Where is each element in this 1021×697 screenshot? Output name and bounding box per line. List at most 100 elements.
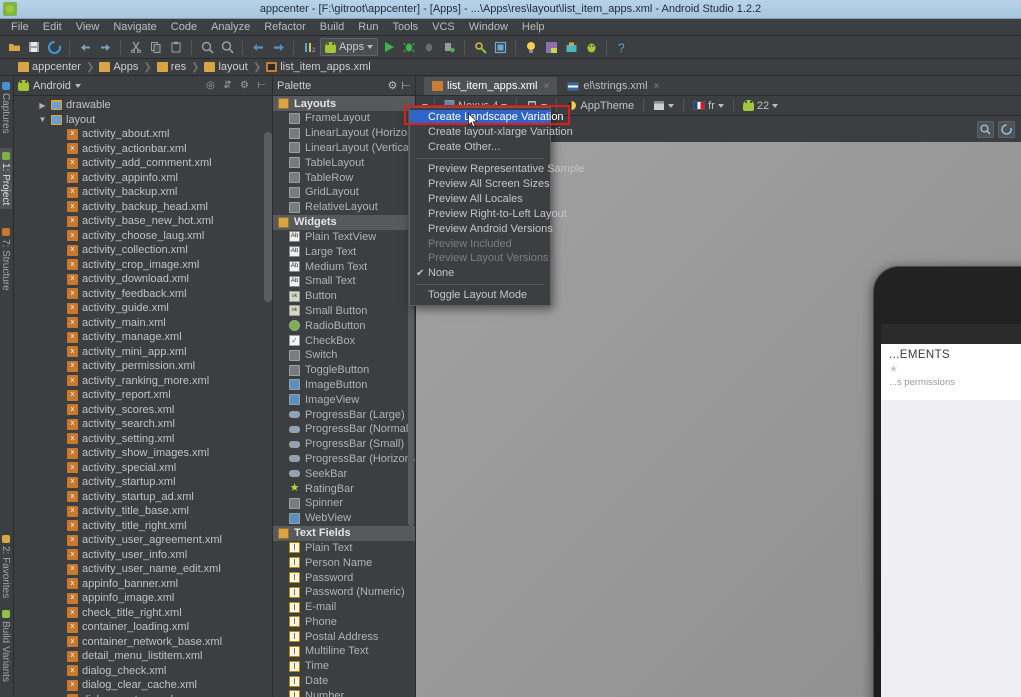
palette-item[interactable]: RelativeLayout: [273, 200, 415, 215]
palette-item[interactable]: Switch: [273, 348, 415, 363]
cut-icon[interactable]: [127, 38, 145, 56]
menu-item-file[interactable]: File: [4, 20, 36, 34]
tree-row[interactable]: activity_report.xml: [14, 388, 272, 403]
palette-item[interactable]: LinearLayout (Vertical): [273, 141, 415, 156]
palette-item[interactable]: Medium Text: [273, 259, 415, 274]
api-level-selector[interactable]: 22: [740, 100, 781, 112]
context-menu-item[interactable]: Preview All Screen Sizes: [410, 177, 550, 192]
find-icon[interactable]: [198, 38, 216, 56]
editor-tab-el-strings[interactable]: el\strings.xml ×: [559, 77, 668, 95]
palette-item[interactable]: Time: [273, 659, 415, 674]
palette-item[interactable]: ProgressBar (Large): [273, 407, 415, 422]
tree-row[interactable]: ▶ drawable: [14, 98, 272, 113]
palette-item[interactable]: Phone: [273, 615, 415, 630]
sdk-manager-icon[interactable]: [471, 38, 489, 56]
tree-row[interactable]: activity_special.xml: [14, 461, 272, 476]
undo-icon[interactable]: [76, 38, 94, 56]
palette-item[interactable]: Large Text: [273, 244, 415, 259]
sync-icon[interactable]: [45, 38, 63, 56]
tree-row[interactable]: activity_backup.xml: [14, 185, 272, 200]
device-screen[interactable]: 5:10 ...EMENTS ★ ...s permissions TÉLÉCH…: [881, 324, 1021, 697]
palette-group-header[interactable]: Widgets: [273, 214, 415, 230]
debug-icon[interactable]: [400, 38, 418, 56]
tool-tab-structure[interactable]: 7: Structure: [0, 224, 12, 295]
palette-item[interactable]: ProgressBar (Small): [273, 437, 415, 452]
back-icon[interactable]: [249, 38, 267, 56]
tree-row[interactable]: activity_download.xml: [14, 272, 272, 287]
tree-row[interactable]: activity_choose_laug.xml: [14, 229, 272, 244]
tree-row[interactable]: activity_base_new_hot.xml: [14, 214, 272, 229]
hints-icon[interactable]: [522, 38, 540, 56]
palette-item[interactable]: FrameLayout: [273, 111, 415, 126]
breadcrumb-item-res[interactable]: res: [153, 61, 190, 73]
close-icon[interactable]: ×: [654, 81, 660, 92]
save-all-icon[interactable]: [25, 38, 43, 56]
palette-item[interactable]: RadioButton: [273, 318, 415, 333]
tree-row[interactable]: activity_setting.xml: [14, 432, 272, 447]
palette-item[interactable]: ImageView: [273, 392, 415, 407]
paste-icon[interactable]: [167, 38, 185, 56]
palette-item[interactable]: TableRow: [273, 170, 415, 185]
project-tree[interactable]: ▶ drawable ▼ layout activity_about.xmlactivi…: [14, 96, 272, 697]
tree-row[interactable]: activity_guide.xml: [14, 301, 272, 316]
palette-item[interactable]: GridLayout: [273, 185, 415, 200]
menu-item-view[interactable]: View: [69, 20, 107, 34]
palette-item[interactable]: Person Name: [273, 555, 415, 570]
tree-row[interactable]: activity_collection.xml: [14, 243, 272, 258]
tree-row[interactable]: appinfo_image.xml: [14, 591, 272, 606]
palette-item[interactable]: Plain TextView: [273, 230, 415, 245]
configuration-context-menu[interactable]: Create Landscape Variation Create layout-…: [409, 107, 585, 306]
breadcrumb-item-layout[interactable]: layout: [200, 61, 251, 73]
menu-item-run[interactable]: Run: [351, 20, 385, 34]
palette-item[interactable]: E-mail: [273, 600, 415, 615]
tree-row[interactable]: activity_mini_app.xml: [14, 345, 272, 360]
palette-group-header[interactable]: Layouts: [273, 96, 415, 111]
tree-row[interactable]: activity_add_comment.xml: [14, 156, 272, 171]
context-menu-item[interactable]: ✔ None: [410, 266, 550, 281]
tree-row[interactable]: activity_backup_head.xml: [14, 200, 272, 215]
locale-selector[interactable]: fr: [690, 100, 727, 112]
replace-icon[interactable]: [218, 38, 236, 56]
chevron-right-icon[interactable]: ▶: [38, 101, 47, 110]
run-icon[interactable]: [380, 38, 398, 56]
breadcrumb-item-appcenter[interactable]: appcenter: [14, 61, 85, 73]
tree-row[interactable]: activity_startup.xml: [14, 475, 272, 490]
palette-item[interactable]: Number: [273, 688, 415, 697]
tree-row[interactable]: activity_scores.xml: [14, 403, 272, 418]
tree-row[interactable]: activity_user_name_edit.xml: [14, 562, 272, 577]
context-menu-item[interactable]: Preview Right-to-Left Layout: [410, 206, 567, 221]
menu-item-tools[interactable]: Tools: [385, 20, 425, 34]
refresh-icon[interactable]: [998, 120, 1015, 138]
tree-row[interactable]: ▼ layout: [14, 113, 272, 128]
palette-item[interactable]: ProgressBar (Normal): [273, 422, 415, 437]
context-menu-item[interactable]: Toggle Layout Mode: [410, 288, 550, 303]
menu-item-analyze[interactable]: Analyze: [204, 20, 257, 34]
tree-row[interactable]: container_loading.xml: [14, 620, 272, 635]
palette-item[interactable]: Spinner: [273, 496, 415, 511]
menu-item-window[interactable]: Window: [462, 20, 515, 34]
menu-item-refactor[interactable]: Refactor: [257, 20, 313, 34]
hide-icon[interactable]: ⊢: [255, 79, 268, 92]
device-preview[interactable]: 5:10 ...EMENTS ★ ...s permissions TÉLÉCH…: [873, 266, 1021, 697]
palette-list[interactable]: Layouts FrameLayout LinearLayout (Horizont…: [273, 96, 415, 697]
tree-row[interactable]: appinfo_banner.xml: [14, 577, 272, 592]
redo-icon[interactable]: [96, 38, 114, 56]
palette-item[interactable]: ★ RatingBar: [273, 481, 415, 496]
menu-item-vcs[interactable]: VCS: [425, 20, 462, 34]
hide-icon[interactable]: ⊢: [401, 79, 411, 92]
tree-row[interactable]: activity_permission.xml: [14, 359, 272, 374]
chevron-down-icon[interactable]: ▼: [38, 115, 47, 124]
palette-item[interactable]: SeekBar: [273, 466, 415, 481]
palette-item[interactable]: ToggleButton: [273, 363, 415, 378]
tree-row[interactable]: activity_about.xml: [14, 127, 272, 142]
breadcrumb-item-apps[interactable]: Apps: [95, 61, 142, 73]
project-tree-scrollbar[interactable]: [264, 132, 272, 302]
theme-selector[interactable]: AppTheme: [563, 100, 637, 112]
tool-tab-favorites[interactable]: 2: Favorites: [0, 531, 12, 602]
project-view-selector-label[interactable]: Android: [33, 80, 71, 92]
tree-row[interactable]: dialog_check.xml: [14, 664, 272, 679]
tree-row[interactable]: dialog_custom.xml: [14, 693, 272, 697]
android-device-icon[interactable]: [582, 38, 600, 56]
tree-row[interactable]: activity_title_base.xml: [14, 504, 272, 519]
tree-row[interactable]: dialog_clear_cache.xml: [14, 678, 272, 693]
